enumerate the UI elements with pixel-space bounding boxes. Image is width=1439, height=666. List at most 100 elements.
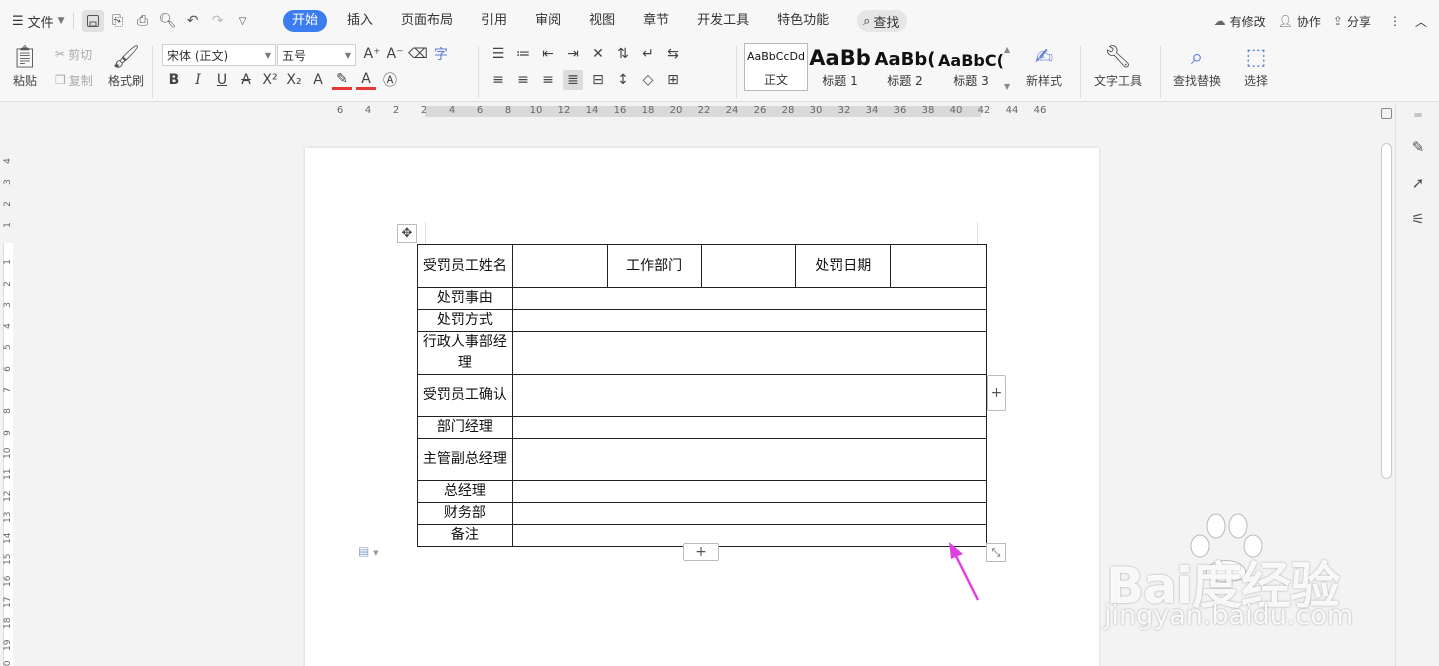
tab-developer[interactable]: 开发工具 <box>697 10 749 32</box>
row-value-cell[interactable] <box>511 416 988 439</box>
horizontal-ruler[interactable]: 6 4 2 2 4 6 8 10 12 14 16 18 20 22 24 26 28 30 32 34 36 38 40 4… <box>0 103 1378 120</box>
row-value-cell[interactable] <box>511 309 988 332</box>
row-label[interactable]: 行政人事部经理 <box>417 331 513 375</box>
style-heading-1[interactable]: AaBb 标题 1 <box>808 43 872 91</box>
tab-review[interactable]: 审阅 <box>535 10 561 32</box>
copy-button[interactable]: ❐ 复制 <box>55 70 93 90</box>
row-value-cell[interactable] <box>511 480 988 503</box>
panel-menu-icon[interactable]: ═ <box>1408 105 1428 125</box>
redo-icon[interactable]: ↷ <box>207 10 229 32</box>
tab-references[interactable]: 引用 <box>481 10 507 32</box>
row-label[interactable]: 总经理 <box>417 480 513 503</box>
table-resize-icon[interactable]: ⤡ <box>986 543 1006 562</box>
text-effect-icon[interactable]: A <box>308 70 328 90</box>
row-label[interactable]: 部门经理 <box>417 416 513 439</box>
shrink-font-icon[interactable]: A⁻ <box>385 44 405 64</box>
phonetic-guide-icon[interactable]: 字 <box>431 44 451 64</box>
employee-name-label[interactable]: 受罚员工姓名 <box>417 244 513 288</box>
select-button[interactable]: ⬚ 选择 <box>1241 42 1271 89</box>
increase-indent-icon[interactable]: ⇥ <box>563 44 583 64</box>
edit-pen-icon[interactable]: ✎ <box>1408 137 1428 157</box>
print-preview-icon[interactable]: 🔍︎ <box>157 10 179 32</box>
style-heading-3[interactable]: AaBbC( 标题 3 <box>938 43 1004 91</box>
row-label[interactable]: 处罚方式 <box>417 309 513 332</box>
department-label[interactable]: 工作部门 <box>606 244 702 288</box>
print-icon[interactable]: ⎙ <box>132 10 154 32</box>
sort-icon[interactable]: ⇅ <box>613 44 633 64</box>
pointer-icon[interactable]: ➚ <box>1408 173 1428 193</box>
file-menu[interactable]: ☰ 文件 ▼ <box>12 12 65 31</box>
table-move-handle-icon[interactable]: ✥ <box>397 224 417 243</box>
vertical-ruler[interactable]: 43211234567891011121314151617181920 <box>0 120 16 666</box>
tab-home[interactable]: 开始 <box>283 10 328 32</box>
borders-icon[interactable]: ⊞ <box>663 70 683 90</box>
justify-icon[interactable]: ≣ <box>563 70 583 90</box>
tab-insert[interactable]: 插入 <box>347 10 373 32</box>
style-gallery-scroll[interactable]: ▲ ▼ <box>1004 43 1014 93</box>
row-label[interactable]: 受罚员工确认 <box>417 374 513 417</box>
employee-name-cell[interactable] <box>511 244 608 288</box>
subscript-icon[interactable]: X₂ <box>284 70 304 90</box>
font-color-icon[interactable]: A <box>356 70 376 90</box>
style-heading-2[interactable]: AaBb( 标题 2 <box>872 43 938 91</box>
row-value-cell[interactable] <box>511 287 988 310</box>
superscript-icon[interactable]: X² <box>260 70 280 90</box>
paste-button[interactable]: 📋︎ 粘贴 <box>10 42 40 89</box>
scroll-top-icon[interactable] <box>1381 108 1392 119</box>
font-size-select[interactable]: 五号 ▼ <box>277 44 356 66</box>
modified-status[interactable]: ☁ 有修改 <box>1214 13 1266 30</box>
collaborate-button[interactable]: 👤︎ 协作 <box>1278 13 1321 30</box>
row-value-cell[interactable] <box>511 524 988 547</box>
quick-access-more-icon[interactable]: ▽ <box>232 10 254 32</box>
underline-icon[interactable]: U <box>212 70 232 90</box>
line-spacing-icon[interactable]: ↕ <box>613 70 633 90</box>
strikethrough-icon[interactable]: A <box>236 70 256 90</box>
penalty-date-label[interactable]: 处罚日期 <box>795 244 892 288</box>
tab-features[interactable]: 特色功能 <box>777 10 829 32</box>
align-left-icon[interactable]: ≡ <box>488 70 508 90</box>
save-icon[interactable] <box>81 10 104 32</box>
output-icon[interactable]: ⎘ <box>107 10 129 32</box>
scrollbar-thumb[interactable] <box>1381 143 1392 479</box>
show-marks-icon[interactable]: ↵ <box>638 44 658 64</box>
align-center-icon[interactable]: ≡ <box>513 70 533 90</box>
text-tools-button[interactable]: 🔧︎ 文字工具 <box>1094 42 1142 89</box>
new-style-button[interactable]: ✍ 新样式 <box>1026 42 1062 89</box>
decrease-indent-icon[interactable]: ⇤ <box>538 44 558 64</box>
align-right-icon[interactable]: ≡ <box>538 70 558 90</box>
font-name-select[interactable]: 宋体 (正文) ▼ <box>162 44 276 66</box>
tab-stops-icon[interactable]: ⇆ <box>663 44 683 64</box>
department-cell[interactable] <box>700 244 797 288</box>
find-replace-button[interactable]: ⌕ 查找替换 <box>1173 42 1221 89</box>
grow-font-icon[interactable]: A⁺ <box>362 44 382 64</box>
row-label[interactable]: 处罚事由 <box>417 287 513 310</box>
penalty-date-cell[interactable] <box>890 244 987 288</box>
bullet-list-icon[interactable]: ☰ <box>488 44 508 64</box>
penalty-table[interactable]: 受罚员工姓名 工作部门 处罚日期 处罚事由 处罚方式 行政人事部经理 受罚员工确… <box>417 244 988 547</box>
row-label[interactable]: 财务部 <box>417 502 513 525</box>
undo-icon[interactable]: ↶ <box>182 10 204 32</box>
row-value-cell[interactable] <box>511 438 988 481</box>
chinese-layout-icon[interactable]: ✕ <box>588 44 608 64</box>
paragraph-layout-icon[interactable]: ▤ ▼ <box>358 544 379 558</box>
style-normal[interactable]: AaBbCcDd 正文 <box>744 43 808 91</box>
highlight-icon[interactable]: ✎ <box>332 70 352 90</box>
search-box[interactable]: ⌕ 查找 <box>857 10 908 32</box>
character-shading-icon[interactable]: Ⓐ <box>380 70 400 90</box>
row-value-cell[interactable] <box>511 502 988 525</box>
italic-icon[interactable]: I <box>188 70 208 90</box>
row-label[interactable]: 主管副总经理 <box>417 438 513 481</box>
numbered-list-icon[interactable]: ≔ <box>513 44 533 64</box>
more-options-icon[interactable]: ⋮ <box>1389 14 1401 28</box>
clear-format-icon[interactable]: ⌫ <box>408 44 428 64</box>
tab-page-layout[interactable]: 页面布局 <box>401 10 453 32</box>
cut-button[interactable]: ✂ 剪切 <box>55 44 92 64</box>
shading-icon[interactable]: ◇ <box>638 70 658 90</box>
distributed-icon[interactable]: ⊟ <box>588 70 608 90</box>
settings-sliders-icon[interactable]: ⚟ <box>1408 209 1428 229</box>
row-value-cell[interactable] <box>511 374 988 417</box>
collapse-ribbon-icon[interactable]: ︿ <box>1415 13 1427 30</box>
share-button[interactable]: ⇪ 分享 <box>1333 13 1371 30</box>
tab-chapter[interactable]: 章节 <box>643 10 669 32</box>
add-row-button[interactable]: + <box>683 543 719 561</box>
